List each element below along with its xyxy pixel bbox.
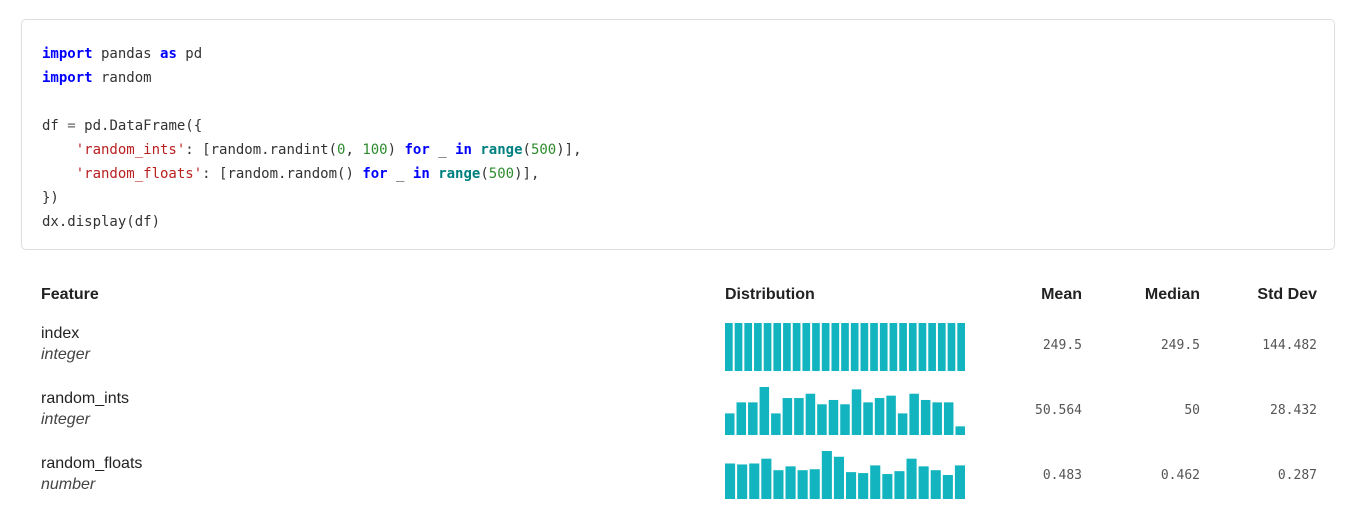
- histogram-bar: [771, 413, 781, 435]
- histogram-bar: [932, 402, 942, 435]
- histogram-bar: [725, 413, 735, 435]
- histogram-bar: [858, 473, 869, 499]
- histogram-bar: [783, 323, 791, 371]
- histogram-bar: [918, 323, 927, 371]
- histogram-bar: [957, 323, 965, 371]
- histogram-bar: [828, 399, 839, 435]
- histogram-bar: [749, 463, 760, 499]
- histogram-bar: [920, 399, 931, 435]
- histogram-bar: [947, 323, 956, 371]
- median-value: 249.5: [1160, 338, 1200, 353]
- histogram-bar: [930, 470, 941, 499]
- histogram-bar: [846, 472, 857, 499]
- median-value: 0.462: [1160, 468, 1200, 483]
- histogram-bar: [906, 458, 917, 499]
- histogram-bar: [748, 402, 758, 435]
- histogram-bar: [943, 402, 954, 435]
- std-dev-value: 0.287: [1277, 468, 1317, 483]
- mean-value: 50.564: [1035, 403, 1082, 418]
- histogram-bar: [754, 323, 762, 371]
- histogram-bar: [833, 456, 844, 499]
- histogram-bar: [894, 471, 905, 499]
- histogram-bar: [882, 474, 893, 499]
- histogram-bar: [805, 393, 816, 435]
- histogram-bar: [840, 404, 850, 435]
- histogram-bar: [821, 451, 832, 499]
- histogram-bar: [860, 323, 869, 371]
- mean-value: 0.483: [1042, 468, 1082, 483]
- histogram-bar: [954, 465, 965, 499]
- histogram-bar: [773, 470, 784, 499]
- histogram-bar: [899, 323, 907, 371]
- histogram-bar: [734, 323, 743, 371]
- histogram-bar: [870, 323, 878, 371]
- header-mean: Mean: [1041, 286, 1082, 303]
- header-median: Median: [1144, 286, 1200, 303]
- feature-type: number: [41, 476, 96, 493]
- header-feature: Feature: [41, 286, 99, 303]
- feature-name: random_floats: [41, 455, 143, 472]
- histogram-bar: [761, 458, 772, 499]
- distribution-histogram: [725, 323, 965, 371]
- histogram-bar: [809, 469, 820, 499]
- histogram-bar: [874, 398, 885, 435]
- histogram-bar: [817, 404, 827, 435]
- histogram-bar: [744, 323, 753, 371]
- histogram-bar: [782, 398, 793, 435]
- feature-row-random-ints: random_ints integer 50.564 50 28.432: [0, 387, 1363, 450]
- std-dev-value: 144.482: [1262, 338, 1317, 353]
- histogram-bar: [851, 389, 862, 435]
- feature-type: integer: [41, 346, 90, 363]
- histogram-bar: [785, 466, 796, 499]
- histogram-bar: [794, 398, 804, 435]
- histogram-bar: [850, 323, 859, 371]
- histogram-bar: [889, 323, 898, 371]
- feature-type: integer: [41, 411, 90, 428]
- std-dev-value: 28.432: [1270, 403, 1317, 418]
- feature-row-random-floats: random_floats number 0.483 0.462 0.287: [0, 451, 1363, 515]
- histogram-bar: [841, 323, 849, 371]
- histogram-bar: [908, 323, 917, 371]
- histogram-bar: [879, 323, 888, 371]
- histogram-bar: [955, 426, 965, 435]
- histogram-bar: [821, 323, 830, 371]
- histogram-bar: [797, 470, 808, 499]
- histogram-bar: [937, 323, 946, 371]
- histogram-bar: [802, 323, 811, 371]
- header-std-dev: Std Dev: [1257, 286, 1317, 303]
- histogram-bar: [725, 323, 733, 371]
- histogram-bar: [870, 465, 881, 499]
- histogram-bar: [942, 475, 953, 499]
- distribution-histogram: [725, 387, 965, 435]
- histogram-bar: [928, 323, 936, 371]
- histogram-bar: [909, 393, 919, 435]
- feature-name: index: [41, 325, 80, 342]
- histogram-bar: [736, 402, 747, 435]
- histogram-bar: [863, 402, 873, 435]
- histogram-bar: [763, 323, 772, 371]
- histogram-bar: [737, 464, 748, 499]
- histogram-bar: [812, 323, 820, 371]
- mean-value: 249.5: [1042, 338, 1082, 353]
- histogram-bar: [792, 323, 801, 371]
- header-distribution: Distribution: [725, 286, 815, 303]
- histogram-bar: [918, 466, 929, 499]
- distribution-histogram: [725, 451, 965, 499]
- histogram-bar: [725, 463, 736, 499]
- feature-row-index: index integer 249.5 249.5 144.482: [0, 323, 1363, 385]
- histogram-bar: [897, 413, 908, 435]
- median-value: 50: [1184, 403, 1200, 418]
- feature-name: random_ints: [41, 390, 130, 407]
- histogram-bar: [831, 323, 840, 371]
- histogram-bar: [886, 395, 896, 435]
- summary-table: Feature Distribution Mean Median Std Dev…: [0, 0, 1363, 517]
- histogram-bar: [759, 387, 770, 435]
- histogram-bar: [773, 323, 782, 371]
